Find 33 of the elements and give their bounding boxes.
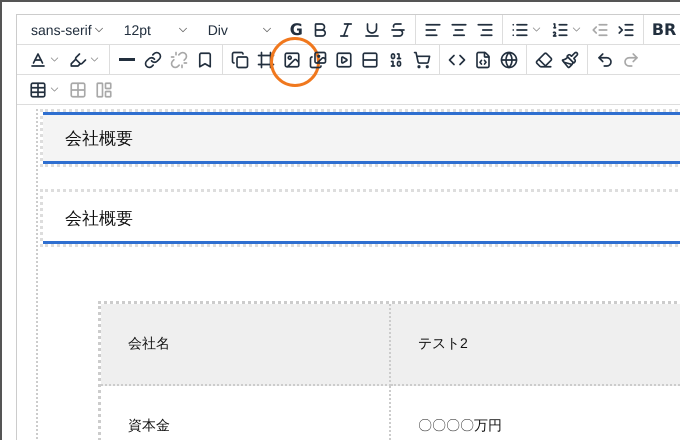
table-cell: 会社名 xyxy=(101,304,391,386)
brush-icon xyxy=(561,50,579,68)
video-icon xyxy=(335,50,353,68)
highlighter-icon xyxy=(69,50,87,68)
images-icon xyxy=(309,50,327,68)
dropdown-select[interactable]: Div xyxy=(202,16,280,42)
underline-icon xyxy=(362,20,381,38)
text-color-icon xyxy=(29,50,47,68)
cart-icon xyxy=(413,50,431,68)
heading-text: 会社概要 xyxy=(65,208,133,230)
globe-icon xyxy=(500,50,518,68)
eraser-icon xyxy=(535,50,553,68)
heading-text: 会社概要 xyxy=(65,128,133,150)
table-cell: テスト2 xyxy=(391,304,680,386)
toolbar-button[interactable]: BR xyxy=(648,16,680,42)
dropdown-select[interactable]: 12pt xyxy=(118,16,196,42)
redo-icon xyxy=(622,50,640,68)
unlink-icon xyxy=(170,50,188,68)
table-icon xyxy=(29,80,47,98)
strikethrough-icon xyxy=(388,20,407,38)
link-icon xyxy=(144,50,162,68)
bookmark-icon xyxy=(196,50,214,68)
undo-icon xyxy=(596,50,614,68)
copy-icon xyxy=(231,50,249,68)
rows-icon xyxy=(361,50,379,68)
dropdown-select[interactable]: sans-serif xyxy=(25,16,112,42)
frame-icon xyxy=(257,50,275,68)
table-grid-icon xyxy=(69,80,87,98)
toolbar-button[interactable]: G xyxy=(286,16,307,42)
file-code-icon xyxy=(474,50,492,68)
numbered-list-icon xyxy=(550,20,569,38)
image-icon xyxy=(283,50,301,68)
table-cell-icon xyxy=(95,80,113,98)
